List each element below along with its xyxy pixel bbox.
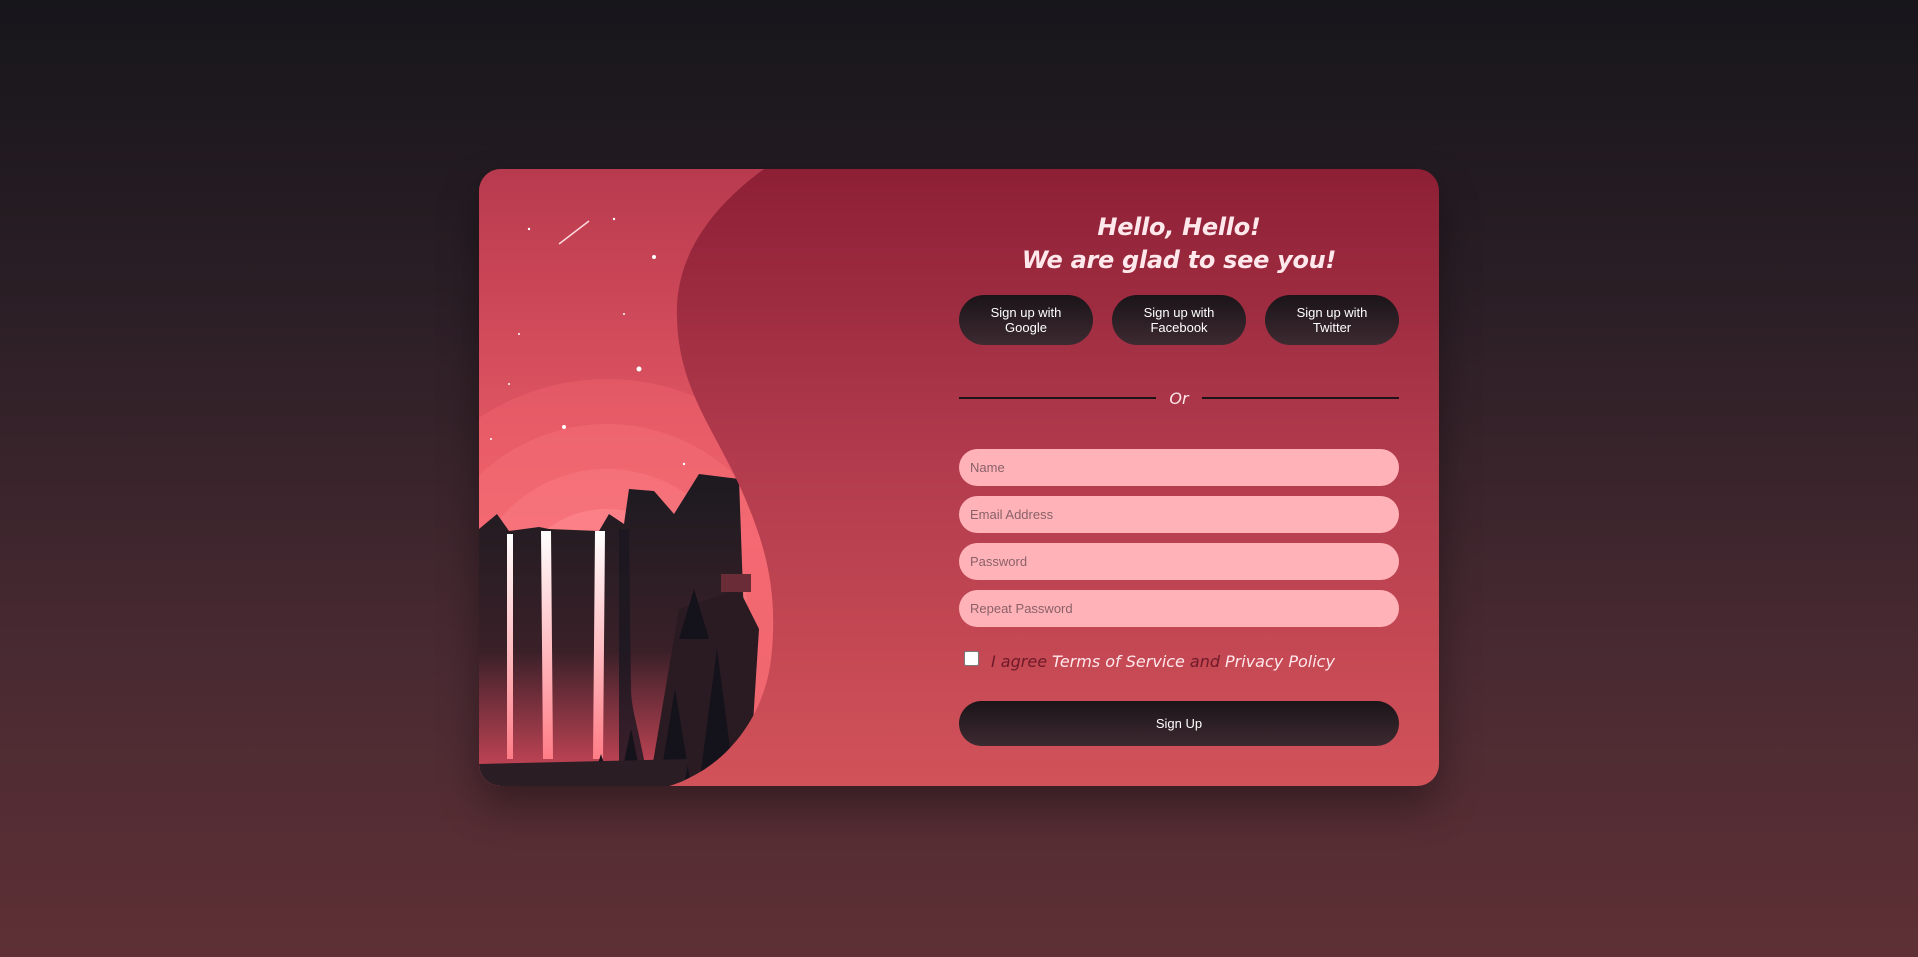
divider-line-right <box>1202 397 1399 399</box>
terms-agreement: I agree Terms of Service and Privacy Pol… <box>959 651 1399 671</box>
greeting-line-1: Hello, Hello! <box>1097 213 1261 241</box>
agree-prefix: I agree <box>991 652 1048 671</box>
greeting-heading: Hello, Hello! We are glad to see you! <box>959 211 1399 277</box>
facebook-signup-button[interactable]: Sign up with Facebook <box>1112 295 1246 345</box>
repeat-password-input[interactable] <box>959 590 1399 627</box>
sign-up-button[interactable]: Sign Up <box>959 701 1399 746</box>
google-signup-button[interactable]: Sign up with Google <box>959 295 1093 345</box>
greeting-line-2: We are glad to see you! <box>1021 246 1337 274</box>
password-input[interactable] <box>959 543 1399 580</box>
signup-card: Hello, Hello! We are glad to see you! Si… <box>479 169 1439 786</box>
social-signup-buttons: Sign up with Google Sign up with Faceboo… <box>959 295 1399 345</box>
signup-form: Hello, Hello! We are glad to see you! Si… <box>959 169 1399 786</box>
twitter-signup-button[interactable]: Sign up with Twitter <box>1265 295 1399 345</box>
terms-of-service-link[interactable]: Terms of Service <box>1052 652 1185 671</box>
privacy-policy-link[interactable]: Privacy Policy <box>1225 652 1335 671</box>
or-divider: Or <box>959 387 1399 409</box>
agree-and: and <box>1189 652 1221 671</box>
signup-fields <box>959 449 1399 637</box>
waterfall-illustration <box>479 169 774 786</box>
agree-checkbox[interactable] <box>964 651 979 666</box>
divider-line-left <box>959 397 1156 399</box>
email-input[interactable] <box>959 496 1399 533</box>
or-label: Or <box>1169 388 1189 408</box>
name-input[interactable] <box>959 449 1399 486</box>
